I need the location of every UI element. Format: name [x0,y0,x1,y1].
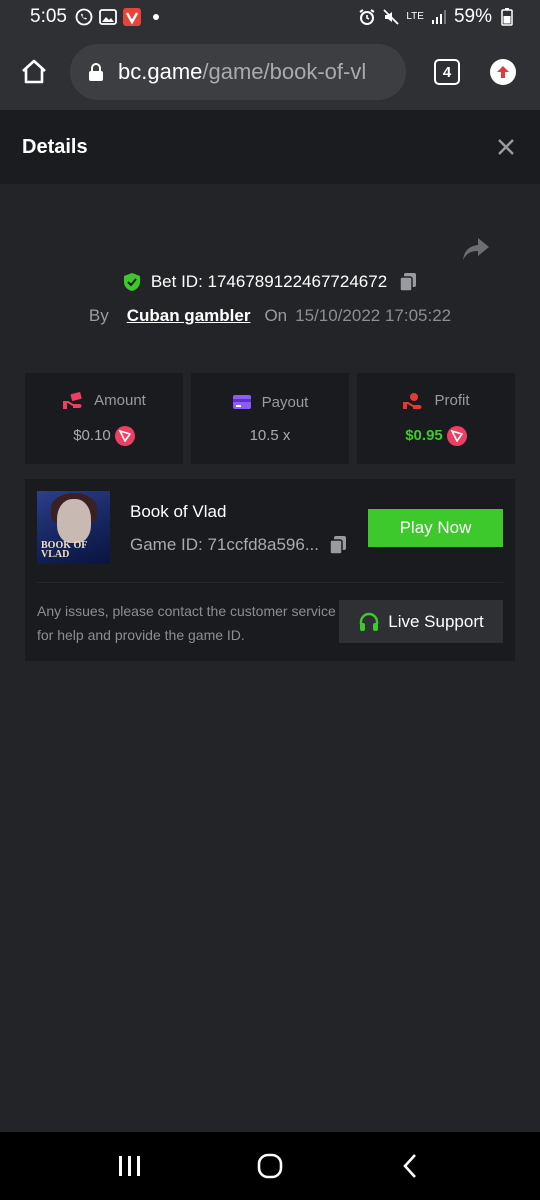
bet-stats: Amount $0.10 Payout 10.5 x Profit $0.95 [25,373,515,464]
bet-id: Bet ID: 1746789122467724672 [150,272,388,291]
thumb-face [57,499,91,543]
status-right: LTE 59% [358,6,516,28]
notification-icons [75,8,165,26]
url-path: /game/book-of-vl [202,59,367,84]
gallery-icon [99,8,117,26]
trx-coin-icon [446,425,467,446]
url-bar[interactable]: bc.game/game/book-of-vl [70,44,406,100]
home-circle-icon [257,1153,283,1179]
on-label: On [264,306,288,325]
arrow-up-icon [497,66,509,78]
battery-percent: 59% [453,6,492,27]
thumb-title: BOOK OF VLAD [41,540,88,560]
recents-button[interactable] [110,1146,150,1186]
browser-toolbar: bc.game/game/book-of-vl 4 [0,34,540,110]
url-text: bc.game/game/book-of-vl [118,59,366,85]
game-card: BOOK OF VLAD Book of Vlad Game ID: 71ccf… [25,479,515,661]
mute-icon [382,8,400,26]
url-domain: bc.game [118,59,203,84]
live-support-button[interactable]: Live Support [339,600,503,643]
lock-icon [89,63,103,81]
update-button[interactable] [490,59,516,85]
headset-icon [360,612,379,631]
back-icon [403,1154,416,1178]
verified-shield-icon [123,273,140,291]
signal-icon [430,8,448,26]
dot-icon [147,8,165,26]
network-label: LTE [406,11,424,22]
close-icon [498,139,514,155]
page-title: Details [22,135,88,158]
by-label: By [88,306,109,325]
stat-label: Amount [94,392,146,409]
game-name: Book of Vlad [130,502,227,521]
share-icon [463,238,489,260]
support-note: Any issues, please contact the customer … [37,603,336,643]
copy-icon[interactable] [399,272,417,292]
play-now-button[interactable]: Play Now [368,509,503,547]
tab-count: 4 [442,63,452,81]
alarm-icon [358,8,376,26]
profit-hand-icon [403,392,422,409]
username-link[interactable]: Cuban gambler [127,306,251,326]
bet-meta-row: By Cuban gambler On 15/10/2022 17:05:22 [0,306,540,326]
divider [37,582,503,583]
recents-icon [119,1156,140,1176]
game-id: Game ID: 71ccfd8a596... [130,535,319,554]
back-button[interactable] [390,1146,430,1186]
battery-icon [498,8,516,26]
stat-value: 10.5 x [249,426,291,444]
status-bar: 5:05 LTE 59% [0,0,540,34]
status-time: 5:05 [30,6,67,27]
stat-value: $0.95 [405,427,443,444]
stat-label: Profit [434,392,470,409]
details-header: Details [0,110,540,184]
bet-id-row: Bet ID: 1746789122467724672 [0,272,540,292]
stat-amount: Amount $0.10 [25,373,183,464]
amount-hand-icon [63,391,82,409]
card-icon [232,395,251,409]
copy-icon[interactable] [329,535,347,555]
home-icon [22,59,46,84]
bet-date: 15/10/2022 17:05:22 [295,306,452,325]
share-button[interactable] [462,236,490,262]
trx-coin-icon [114,425,135,446]
stat-profit: Profit $0.95 [357,373,515,464]
stat-payout: Payout 10.5 x [191,373,349,464]
vivaldi-icon [122,8,141,26]
stat-value: $0.10 [73,427,111,444]
home-nav-button[interactable] [250,1146,290,1186]
tab-switcher-button[interactable]: 4 [434,59,460,85]
system-nav-bar [0,1132,540,1200]
close-button[interactable] [494,135,518,159]
home-button[interactable] [20,58,48,86]
whatsapp-icon [75,8,93,26]
game-id-row: Game ID: 71ccfd8a596... [130,535,347,555]
game-thumbnail[interactable]: BOOK OF VLAD [37,491,110,564]
stat-label: Payout [261,393,309,411]
live-support-label: Live Support [388,611,484,631]
